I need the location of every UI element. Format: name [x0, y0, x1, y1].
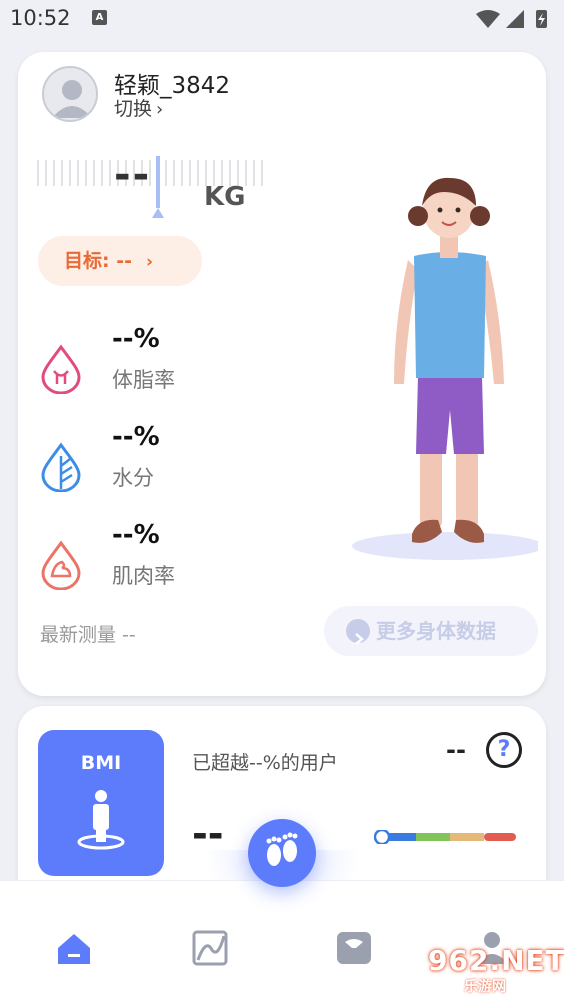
metric-label: 体脂率: [112, 368, 175, 392]
bmi-status-value: --: [446, 736, 466, 764]
person-standing-icon: [77, 790, 125, 850]
metric-water[interactable]: --% 水分: [18, 422, 318, 502]
bmi-tile: BMI: [38, 730, 164, 876]
weight-unit: KG: [204, 182, 246, 212]
footprints-icon: [266, 832, 298, 866]
status-time: 10:52: [10, 6, 71, 30]
switch-label: 切换: [114, 98, 153, 120]
tab-home[interactable]: [54, 928, 94, 968]
switch-user-button[interactable]: 切换 ›: [114, 94, 163, 121]
goal-label: 目标: --: [64, 250, 132, 272]
fat-drop-icon: [41, 344, 81, 394]
latest-measurement: 最新测量 --: [40, 624, 136, 646]
chevron-right-icon: ›: [146, 252, 154, 272]
bmi-scale-bar: [374, 830, 516, 844]
metric-value: --%: [112, 422, 160, 452]
status-icons: [476, 10, 547, 28]
metric-label: 水分: [112, 466, 154, 490]
user-avatar-icon[interactable]: [42, 66, 98, 122]
bmi-title: BMI: [80, 752, 122, 774]
status-bar: 10:52 A: [0, 0, 564, 38]
metric-muscle[interactable]: --% 肌肉率: [18, 520, 318, 600]
water-leaf-icon: [41, 442, 81, 492]
signal-icon: [506, 10, 524, 28]
measure-button[interactable]: [248, 819, 316, 887]
help-icon[interactable]: ?: [486, 732, 522, 768]
more-body-data-label: 更多身体数据: [376, 619, 496, 643]
body-summary-card: 轻颖_3842 切换 › -- KG 目标: -- › --% 体脂率 --% …: [18, 52, 546, 696]
a-icon: A: [92, 10, 107, 25]
metric-body-fat[interactable]: --% 体脂率: [18, 324, 318, 404]
chevron-right-icon: ›: [156, 99, 164, 120]
site-watermark: 962.NET 乐游网: [418, 942, 564, 998]
tab-scale[interactable]: [334, 928, 374, 968]
tab-trend[interactable]: [190, 928, 230, 968]
metric-value: --%: [112, 520, 160, 550]
chart-icon: [192, 930, 228, 966]
bmi-percentile-text: 已超越--%的用户: [192, 752, 338, 774]
play-circle-icon: [346, 619, 370, 645]
weight-value: --: [114, 152, 152, 198]
muscle-drop-icon: [41, 540, 81, 590]
body-figure-illustration: [352, 177, 538, 560]
bmi-scale-marker: [374, 830, 391, 844]
watermark-sub: 乐游网: [464, 979, 506, 995]
metric-value: --%: [112, 324, 160, 354]
more-body-data-button[interactable]: 更多身体数据: [324, 606, 538, 656]
goal-button[interactable]: 目标: -- ›: [38, 236, 202, 286]
home-icon: [58, 934, 90, 964]
wifi-icon: [476, 10, 500, 28]
metric-label: 肌肉率: [112, 564, 175, 588]
watermark-text: 962.NET: [428, 944, 564, 977]
scale-icon: [337, 932, 371, 964]
